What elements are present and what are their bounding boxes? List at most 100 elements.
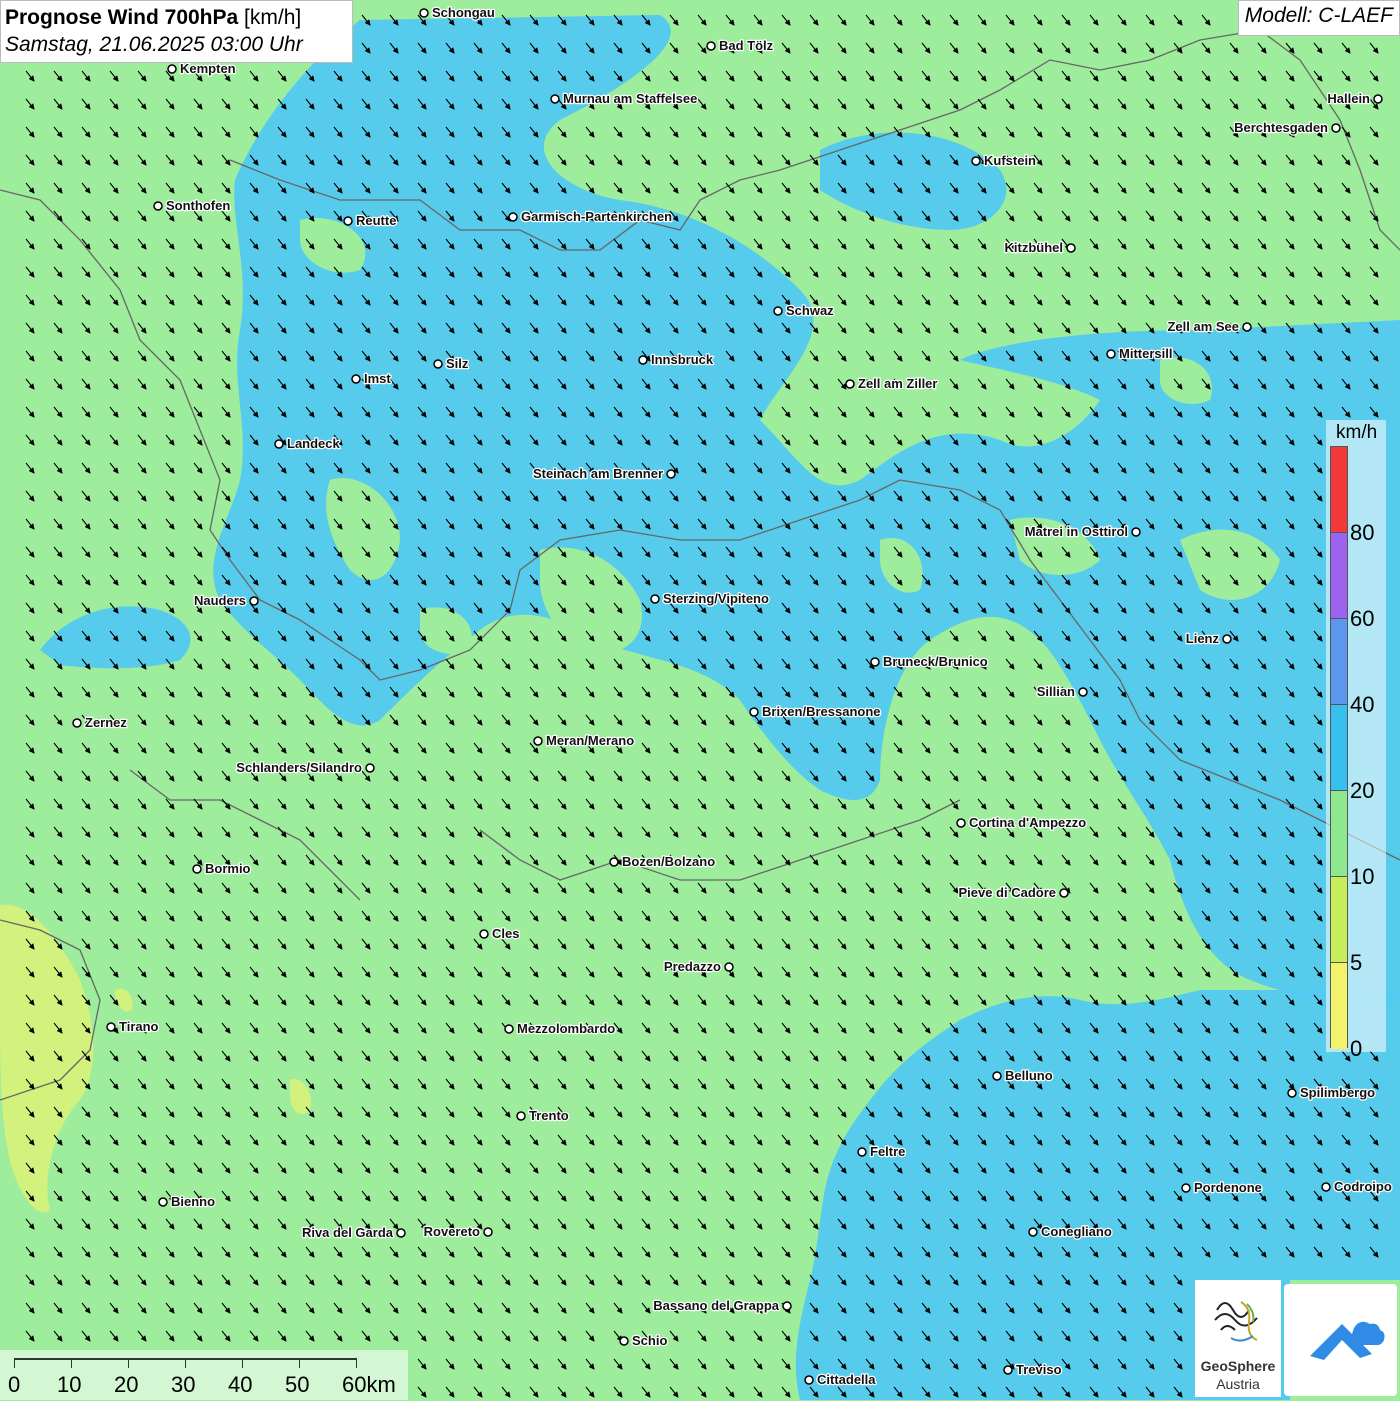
city-dot [1287, 1088, 1297, 1098]
city-dot [419, 8, 429, 18]
city-label: Kempten [180, 61, 236, 76]
city-dot [845, 379, 855, 389]
scale-label: 60km [342, 1372, 396, 1397]
scale-label: 40 [228, 1372, 253, 1397]
city-label: Conegliano [1041, 1224, 1112, 1239]
city-label: Innsbruck [651, 352, 714, 367]
weather-app-icon [1310, 1321, 1385, 1360]
scale-label: 30 [171, 1372, 196, 1397]
geosphere-logo-icon [1214, 1301, 1258, 1342]
city-label: Cles [492, 926, 519, 941]
city-label: Garmisch-Partenkirchen [521, 209, 672, 224]
city-marker[interactable]: Mezzolombardo [504, 1020, 617, 1037]
city-marker[interactable]: Pordenone [1181, 1179, 1263, 1196]
city-dot [804, 1375, 814, 1385]
city-label: Matrei in Osttirol [1025, 524, 1128, 539]
city-marker[interactable]: Zell am See [1166, 318, 1252, 335]
city-dot [749, 707, 759, 717]
scale-tick [242, 1358, 243, 1368]
legend-segment [1331, 705, 1347, 791]
city-marker[interactable]: Steinach am Brenner [532, 465, 676, 482]
city-dot [609, 857, 619, 867]
city-dot [1078, 687, 1088, 697]
legend-color-bar [1330, 446, 1348, 1049]
city-label: Kitzbühel [1005, 240, 1064, 255]
city-label: Steinach am Brenner [533, 466, 663, 481]
city-marker[interactable]: Pieve di Cadore [957, 884, 1069, 901]
city-dot [249, 596, 259, 606]
city-label: Pordenone [1194, 1180, 1262, 1195]
scale-label: 0 [8, 1372, 21, 1397]
city-label: Feltre [870, 1144, 905, 1159]
city-label: Schlanders/Silandro [236, 760, 362, 775]
city-label: Trento [529, 1108, 569, 1123]
city-marker[interactable]: Murnau am Staffelsee [550, 90, 699, 107]
city-marker[interactable]: Spilimbergo [1287, 1084, 1376, 1101]
geosphere-logo-line2: Austria [1216, 1376, 1260, 1392]
city-label: Codroipo [1334, 1179, 1392, 1194]
city-dot [533, 736, 543, 746]
city-marker[interactable]: Bruneck/Brunico [870, 653, 989, 670]
city-label: Bormio [205, 861, 251, 876]
city-label: Silz [446, 356, 469, 371]
city-marker[interactable]: Brixen/Bressanone [749, 703, 882, 720]
city-label: Landeck [287, 436, 341, 451]
city-label: Mezzolombardo [517, 1021, 615, 1036]
city-marker[interactable]: Matrei in Osttirol [1023, 523, 1141, 540]
geosphere-logo-line1: GeoSphere [1200, 1358, 1276, 1374]
city-dot [1059, 888, 1069, 898]
city-marker[interactable]: Garmisch-Partenkirchen [508, 208, 673, 225]
city-marker[interactable]: Innsbruck [638, 351, 715, 368]
scale-label: 50 [285, 1372, 310, 1397]
city-dot [650, 594, 660, 604]
city-label: Tirano [119, 1019, 159, 1034]
city-label: Pieve di Cadore [958, 885, 1056, 900]
city-marker[interactable]: Bozen/Bolzano [609, 853, 716, 870]
city-dot [992, 1071, 1002, 1081]
scale-tick [299, 1358, 300, 1368]
city-label: Zernez [85, 715, 127, 730]
city-marker[interactable]: Sonthofen [153, 197, 232, 214]
legend-unit: km/h [1336, 422, 1378, 443]
scale-tick [356, 1358, 357, 1368]
city-dot [706, 41, 716, 51]
city-marker[interactable]: Cortina d'Ampezzo [956, 814, 1088, 831]
city-marker[interactable]: Schongau [419, 4, 496, 21]
city-label: Schio [632, 1333, 667, 1348]
legend-label: 20 [1350, 778, 1375, 803]
city-marker[interactable]: Berchtesgaden [1233, 119, 1341, 136]
city-dot [1331, 123, 1341, 133]
city-label: Bassano del Grappa [653, 1298, 779, 1313]
city-dot [365, 763, 375, 773]
city-marker[interactable]: Sterzing/Vipiteno [650, 590, 770, 607]
city-label: Cittadella [817, 1372, 876, 1387]
geosphere-logo[interactable]: GeoSphere Austria [1195, 1280, 1281, 1397]
city-dot [1321, 1182, 1331, 1192]
city-label: Bad Tölz [719, 38, 774, 53]
city-dot [72, 718, 82, 728]
legend-label: 10 [1350, 864, 1375, 889]
city-label: Bienno [171, 1194, 215, 1209]
title-box: Prognose Wind 700hPa [km/h] Samstag, 21.… [0, 0, 353, 63]
city-marker[interactable]: Meran/Merano [533, 732, 635, 749]
city-label: Berchtesgaden [1234, 120, 1328, 135]
city-marker[interactable]: Schlanders/Silandro [235, 759, 375, 776]
weather-app-logo[interactable] [1284, 1284, 1397, 1396]
city-label: Mittersill [1119, 346, 1172, 361]
city-marker[interactable]: Riva del Garda [301, 1224, 406, 1241]
scale-tick [71, 1358, 72, 1368]
wind-map: Schongau Bad Tölz Kempten Murnau am Staffel… [0, 0, 1400, 1400]
city-marker[interactable]: Zell am Ziller [845, 375, 939, 392]
scale-tick [14, 1358, 15, 1368]
city-marker[interactable]: Conegliano [1028, 1223, 1113, 1240]
city-dot [1106, 349, 1116, 359]
city-dot [433, 359, 443, 369]
city-dot [106, 1022, 116, 1032]
city-label: Nauders [194, 593, 246, 608]
city-dot [274, 439, 284, 449]
city-marker[interactable]: Bassano del Grappa [652, 1297, 792, 1314]
city-dot [638, 355, 648, 365]
legend-label: 0 [1350, 1036, 1363, 1061]
city-dot [153, 201, 163, 211]
city-label: Riva del Garda [302, 1225, 394, 1240]
